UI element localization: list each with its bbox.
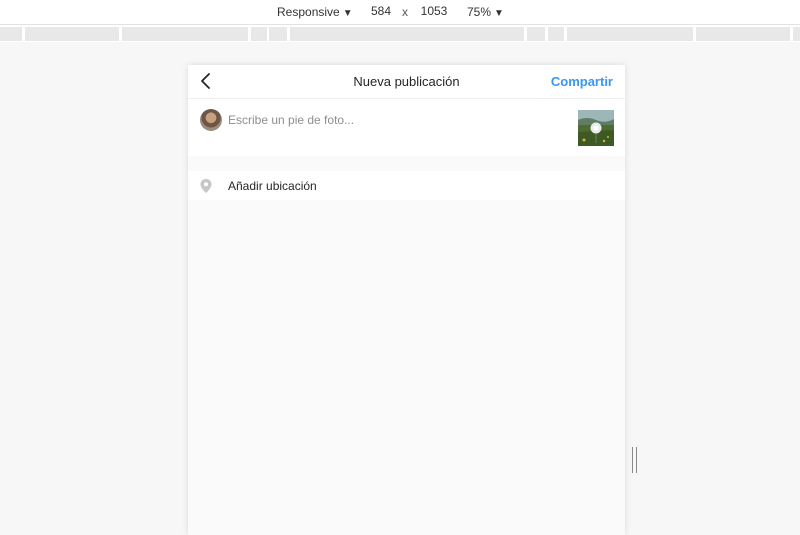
zoom-select[interactable]: 75% ▼ (467, 5, 504, 19)
chevron-down-icon: ▼ (342, 8, 353, 19)
chevron-down-icon: ▼ (494, 8, 504, 19)
dimension-separator: x (402, 5, 408, 19)
add-location-row[interactable]: Añadir ubicación (188, 171, 625, 200)
media-query-segment[interactable] (696, 27, 790, 41)
media-query-segment[interactable] (527, 27, 545, 41)
media-query-segment[interactable] (122, 27, 248, 41)
caption-input[interactable] (228, 111, 528, 129)
media-query-segment[interactable] (269, 27, 287, 41)
add-location-label: Añadir ubicación (228, 179, 317, 193)
device-mode-select[interactable]: Responsive ▼ (277, 5, 353, 19)
viewport-resize-handle[interactable] (632, 447, 638, 473)
media-query-segment[interactable] (290, 27, 524, 41)
caption-section (188, 99, 625, 156)
media-query-bar (0, 25, 800, 42)
device-toolbar: Responsive ▼ 584 x 1053 75% ▼ (0, 0, 800, 25)
share-button[interactable]: Compartir (551, 74, 613, 89)
media-query-segment[interactable] (0, 27, 22, 41)
media-query-segment[interactable] (25, 27, 119, 41)
media-query-segment[interactable] (548, 27, 564, 41)
location-pin-icon (200, 179, 212, 193)
viewport-width-input[interactable]: 584 (363, 2, 399, 21)
viewport-height-input[interactable]: 1053 (414, 2, 454, 21)
media-query-segment[interactable] (251, 27, 267, 41)
photo-thumbnail[interactable] (578, 110, 614, 146)
zoom-label: 75% (467, 5, 492, 19)
avatar (200, 109, 222, 131)
device-viewport: Nueva publicación Compartir Añadir ubica… (188, 65, 625, 535)
media-query-segment[interactable] (567, 27, 693, 41)
media-query-segment[interactable] (793, 27, 800, 41)
app-header: Nueva publicación Compartir (188, 65, 625, 99)
device-mode-label: Responsive (277, 5, 340, 19)
